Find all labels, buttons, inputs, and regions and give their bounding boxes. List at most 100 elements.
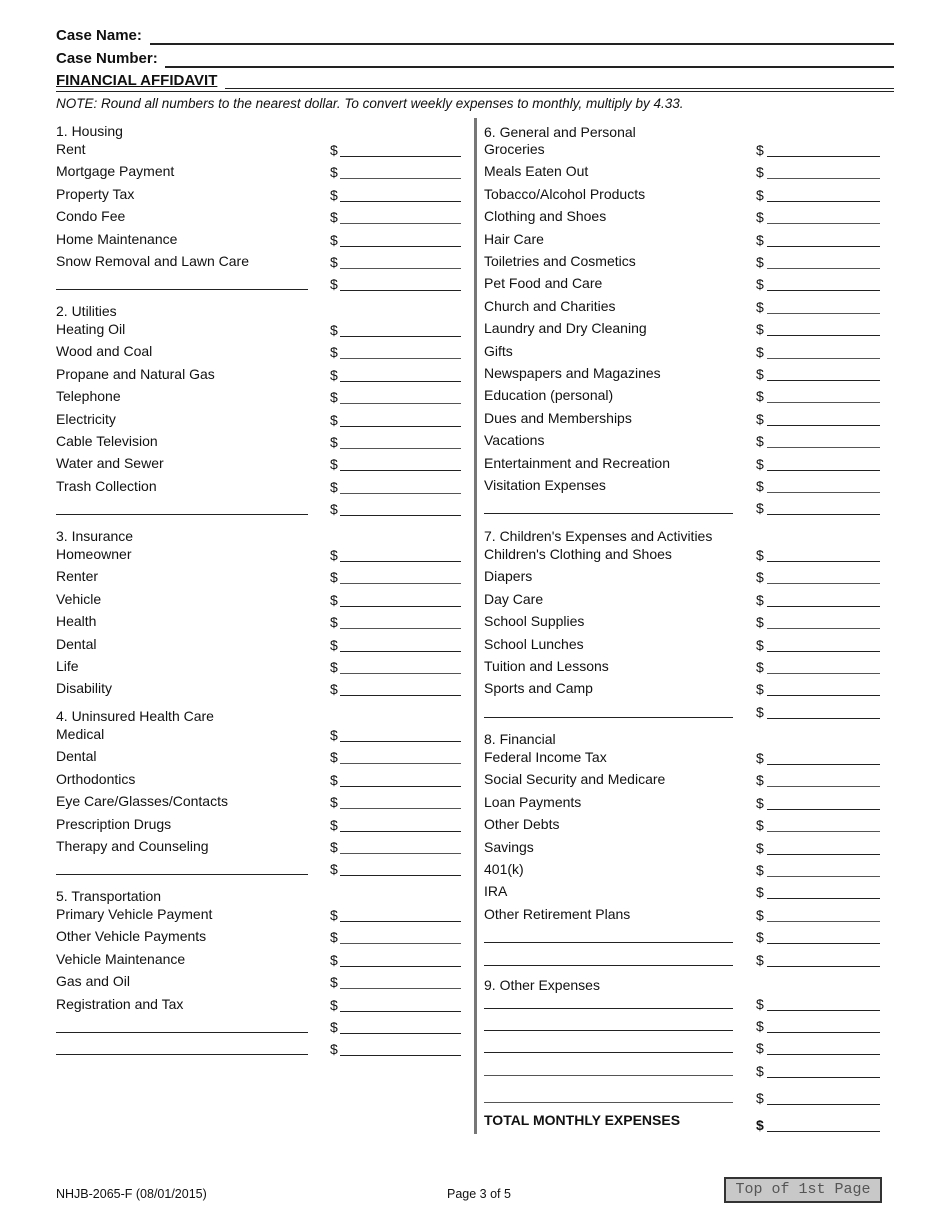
- other-description-field[interactable]: [484, 1030, 733, 1031]
- other-retirement-plans-amount-field[interactable]: [767, 920, 880, 922]
- homeowner-amount-field[interactable]: [340, 561, 461, 562]
- savings-amount-field[interactable]: [767, 853, 880, 855]
- entertainment-and-recreation-amount-field[interactable]: [767, 469, 880, 471]
- registration-and-tax-amount-field[interactable]: [340, 1010, 461, 1012]
- social-security-and-medicare-amount-field[interactable]: [767, 786, 880, 788]
- toiletries-and-cosmetics-amount-field[interactable]: [767, 268, 880, 269]
- other-description-field[interactable]: [484, 1102, 733, 1103]
- top-of-first-page-button[interactable]: Top of 1st Page: [724, 1177, 882, 1203]
- tobacco-alcohol-products-amount-field[interactable]: [767, 200, 880, 202]
- visitation-expenses-amount-field[interactable]: [767, 492, 880, 493]
- other-amount-field[interactable]: [340, 290, 461, 292]
- electricity-amount-field[interactable]: [340, 425, 461, 427]
- primary-vehicle-payment-amount-field[interactable]: [340, 921, 461, 922]
- dental-amount-field[interactable]: [340, 763, 461, 765]
- groceries-amount-field[interactable]: [767, 156, 880, 157]
- dollar-sign: $: [330, 569, 338, 586]
- other-expense-amount-field[interactable]: [767, 1104, 880, 1105]
- case-number-field[interactable]: [165, 66, 894, 68]
- vehicle-maintenance-amount-field[interactable]: [340, 965, 461, 967]
- other-vehicle-payments-amount-field[interactable]: [340, 943, 461, 945]
- propane-and-natural-gas-amount-field[interactable]: [340, 380, 461, 382]
- renter-amount-field[interactable]: [340, 583, 461, 585]
- ira-amount-field[interactable]: [767, 898, 880, 900]
- other-description-field[interactable]: [484, 1052, 733, 1053]
- pet-food-and-care-amount-field[interactable]: [767, 290, 880, 292]
- condo-fee-amount-field[interactable]: [340, 223, 461, 225]
- total-monthly-expenses-field[interactable]: [767, 1131, 880, 1132]
- gas-and-oil-amount-field[interactable]: [340, 988, 461, 990]
- heating-oil-amount-field[interactable]: [340, 336, 461, 337]
- case-name-field[interactable]: [150, 43, 894, 45]
- therapy-and-counseling-amount-field[interactable]: [340, 853, 461, 854]
- day-care-amount-field[interactable]: [767, 605, 880, 607]
- other-description-field[interactable]: [484, 1075, 733, 1076]
- other-description-field[interactable]: [484, 964, 733, 966]
- school-supplies-amount-field[interactable]: [767, 628, 880, 630]
- life-amount-field[interactable]: [340, 673, 461, 674]
- other-expense-amount-field[interactable]: [767, 1010, 880, 1011]
- other-description-field[interactable]: [484, 513, 733, 515]
- other-amount-field[interactable]: [767, 514, 880, 516]
- school-lunches-amount-field[interactable]: [767, 650, 880, 652]
- other-amount-field[interactable]: [767, 965, 880, 967]
- other-description-field[interactable]: [56, 1054, 308, 1056]
- education-personal-amount-field[interactable]: [767, 402, 880, 404]
- other-description-field[interactable]: [56, 1032, 308, 1033]
- medical-amount-field[interactable]: [340, 741, 461, 742]
- prescription-drugs-amount-field[interactable]: [340, 830, 461, 832]
- dental-amount-field[interactable]: [340, 650, 461, 652]
- dollar-sign: $: [756, 1040, 764, 1056]
- loan-payments-amount-field[interactable]: [767, 808, 880, 810]
- other-expense-amount-field[interactable]: [767, 1054, 880, 1055]
- laundry-and-dry-cleaning-amount-field[interactable]: [767, 335, 880, 337]
- dues-and-memberships-amount-field[interactable]: [767, 424, 880, 426]
- federal-income-tax-amount-field[interactable]: [767, 764, 880, 765]
- 401-k-amount-field[interactable]: [767, 876, 880, 877]
- sports-and-camp-amount-field[interactable]: [767, 695, 880, 697]
- vacations-amount-field[interactable]: [767, 447, 880, 449]
- dollar-sign: $: [330, 434, 338, 450]
- property-tax-amount-field[interactable]: [340, 200, 461, 202]
- children-s-clothing-and-shoes-amount-field[interactable]: [767, 561, 880, 562]
- dollar-sign: $: [330, 659, 338, 675]
- eye-care-glasses-contacts-amount-field[interactable]: [340, 808, 461, 810]
- other-description-field[interactable]: [56, 514, 308, 516]
- tuition-and-lessons-amount-field[interactable]: [767, 673, 880, 674]
- other-description-field[interactable]: [484, 1008, 733, 1009]
- mortgage-payment-amount-field[interactable]: [340, 178, 461, 180]
- other-amount-field[interactable]: [767, 943, 880, 945]
- trash-collection-amount-field[interactable]: [340, 492, 461, 494]
- diapers-amount-field[interactable]: [767, 583, 880, 585]
- home-maintenance-amount-field[interactable]: [340, 245, 461, 247]
- orthodontics-amount-field[interactable]: [340, 785, 461, 787]
- other-amount-field[interactable]: [340, 1055, 461, 1057]
- church-and-charities-amount-field[interactable]: [767, 312, 880, 314]
- other-debts-amount-field[interactable]: [767, 831, 880, 833]
- other-expense-amount-field[interactable]: [767, 1077, 880, 1078]
- other-description-field[interactable]: [484, 942, 733, 944]
- item-label-loan-payments: Loan Payments: [484, 793, 582, 810]
- cable-television-amount-field[interactable]: [340, 448, 461, 449]
- meals-eaten-out-amount-field[interactable]: [767, 178, 880, 180]
- other-amount-field[interactable]: [340, 1033, 461, 1034]
- vehicle-amount-field[interactable]: [340, 605, 461, 607]
- wood-and-coal-amount-field[interactable]: [340, 358, 461, 360]
- other-expense-amount-field[interactable]: [767, 1032, 880, 1033]
- health-amount-field[interactable]: [340, 628, 461, 630]
- snow-removal-and-lawn-care-amount-field[interactable]: [340, 268, 461, 269]
- water-and-sewer-amount-field[interactable]: [340, 470, 461, 472]
- rent-amount-field[interactable]: [340, 156, 461, 157]
- hair-care-amount-field[interactable]: [767, 245, 880, 247]
- other-description-field[interactable]: [56, 289, 308, 291]
- other-amount-field[interactable]: [340, 515, 461, 517]
- other-amount-field[interactable]: [767, 717, 880, 719]
- gifts-amount-field[interactable]: [767, 357, 880, 359]
- other-amount-field[interactable]: [340, 875, 461, 877]
- telephone-amount-field[interactable]: [340, 403, 461, 405]
- other-description-field[interactable]: [56, 874, 308, 876]
- clothing-and-shoes-amount-field[interactable]: [767, 223, 880, 225]
- disability-amount-field[interactable]: [340, 695, 461, 697]
- newspapers-and-magazines-amount-field[interactable]: [767, 380, 880, 381]
- other-description-field[interactable]: [484, 716, 733, 718]
